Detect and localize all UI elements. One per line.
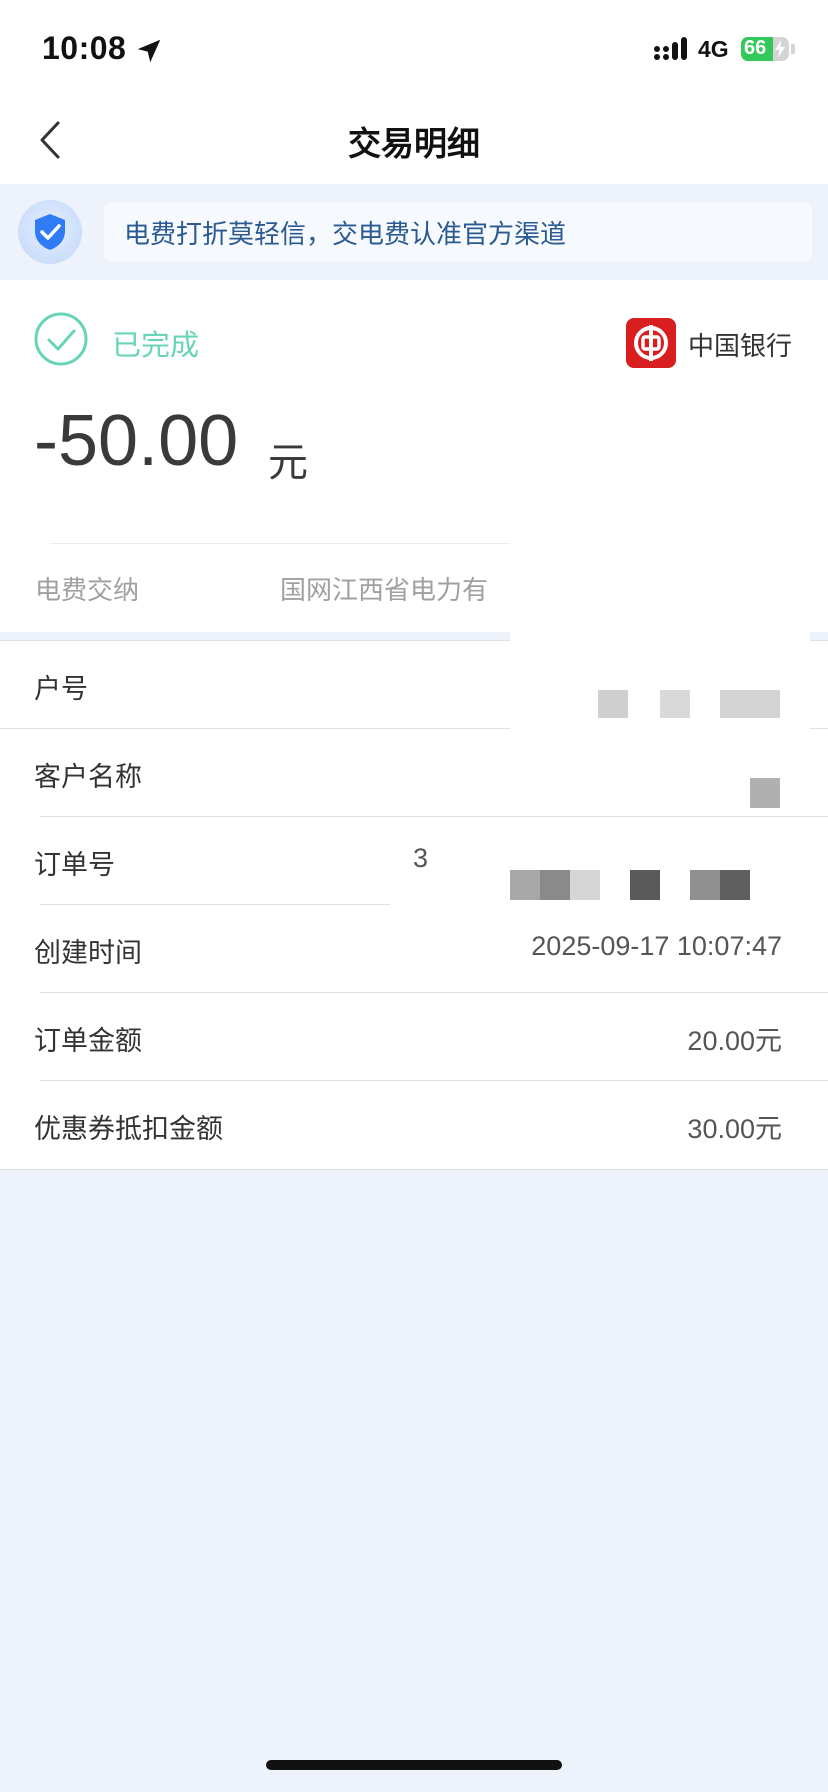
detail-row-coupon: 优惠券抵扣金额 30.00元 xyxy=(0,1081,828,1169)
detail-value: 30.00元 xyxy=(687,1114,782,1144)
notice-text: 电费打折莫轻信，交电费认准官方渠道 xyxy=(104,202,812,262)
detail-row-customer: 客户名称 xyxy=(0,729,828,817)
redaction-mosaic xyxy=(660,690,690,718)
redaction-mosaic xyxy=(750,778,780,808)
detail-label: 户号 xyxy=(34,674,88,705)
detail-label: 订单号 xyxy=(34,850,115,881)
notice-banner[interactable]: 电费打折莫轻信，交电费认准官方渠道 xyxy=(0,184,828,280)
bank-logo xyxy=(626,318,676,368)
amount: -50.00 xyxy=(34,401,239,481)
charging-bolt-icon xyxy=(775,40,785,58)
redaction-mosaic xyxy=(630,870,660,900)
shield-check-icon xyxy=(18,200,82,264)
redaction-mosaic xyxy=(690,870,720,900)
amount-unit: 元 xyxy=(268,440,308,486)
battery-icon: 66 xyxy=(741,37,789,61)
battery-level: 66 xyxy=(744,37,767,59)
redaction-mosaic xyxy=(720,870,750,900)
detail-label: 创建时间 xyxy=(34,938,142,969)
redaction-mosaic xyxy=(570,870,600,900)
location-arrow-icon xyxy=(137,39,161,63)
detail-label: 订单金额 xyxy=(34,1026,142,1057)
detail-label: 优惠券抵扣金额 xyxy=(34,1114,223,1145)
detail-value: 2025-09-17 10:07:47 xyxy=(531,931,782,961)
redaction-mosaic xyxy=(540,870,570,900)
home-indicator xyxy=(266,1760,562,1770)
bank-name: 中国银行 xyxy=(688,332,793,362)
payee-name: 国网江西省电力有 xyxy=(280,576,489,606)
status-label: 已完成 xyxy=(112,328,200,362)
detail-row-created: 创建时间 2025-09-17 10:07:47 xyxy=(0,905,828,993)
category-label: 电费交纳 xyxy=(35,576,140,606)
detail-row-order-amount: 订单金额 20.00元 xyxy=(0,993,828,1081)
status-time: 10:08 xyxy=(42,30,127,66)
detail-value: 3 xyxy=(412,843,428,873)
detail-value: 20.00元 xyxy=(687,1026,782,1056)
redaction-mosaic xyxy=(720,690,780,718)
check-circle-icon xyxy=(34,312,88,366)
redaction-mosaic xyxy=(598,690,628,718)
battery-tip xyxy=(791,44,795,54)
detail-label: 客户名称 xyxy=(34,762,142,793)
page-title: 交易明细 xyxy=(348,124,480,163)
network-type: 4G xyxy=(698,36,729,62)
signal-bars-icon xyxy=(654,37,687,60)
redaction-mosaic xyxy=(510,870,540,900)
